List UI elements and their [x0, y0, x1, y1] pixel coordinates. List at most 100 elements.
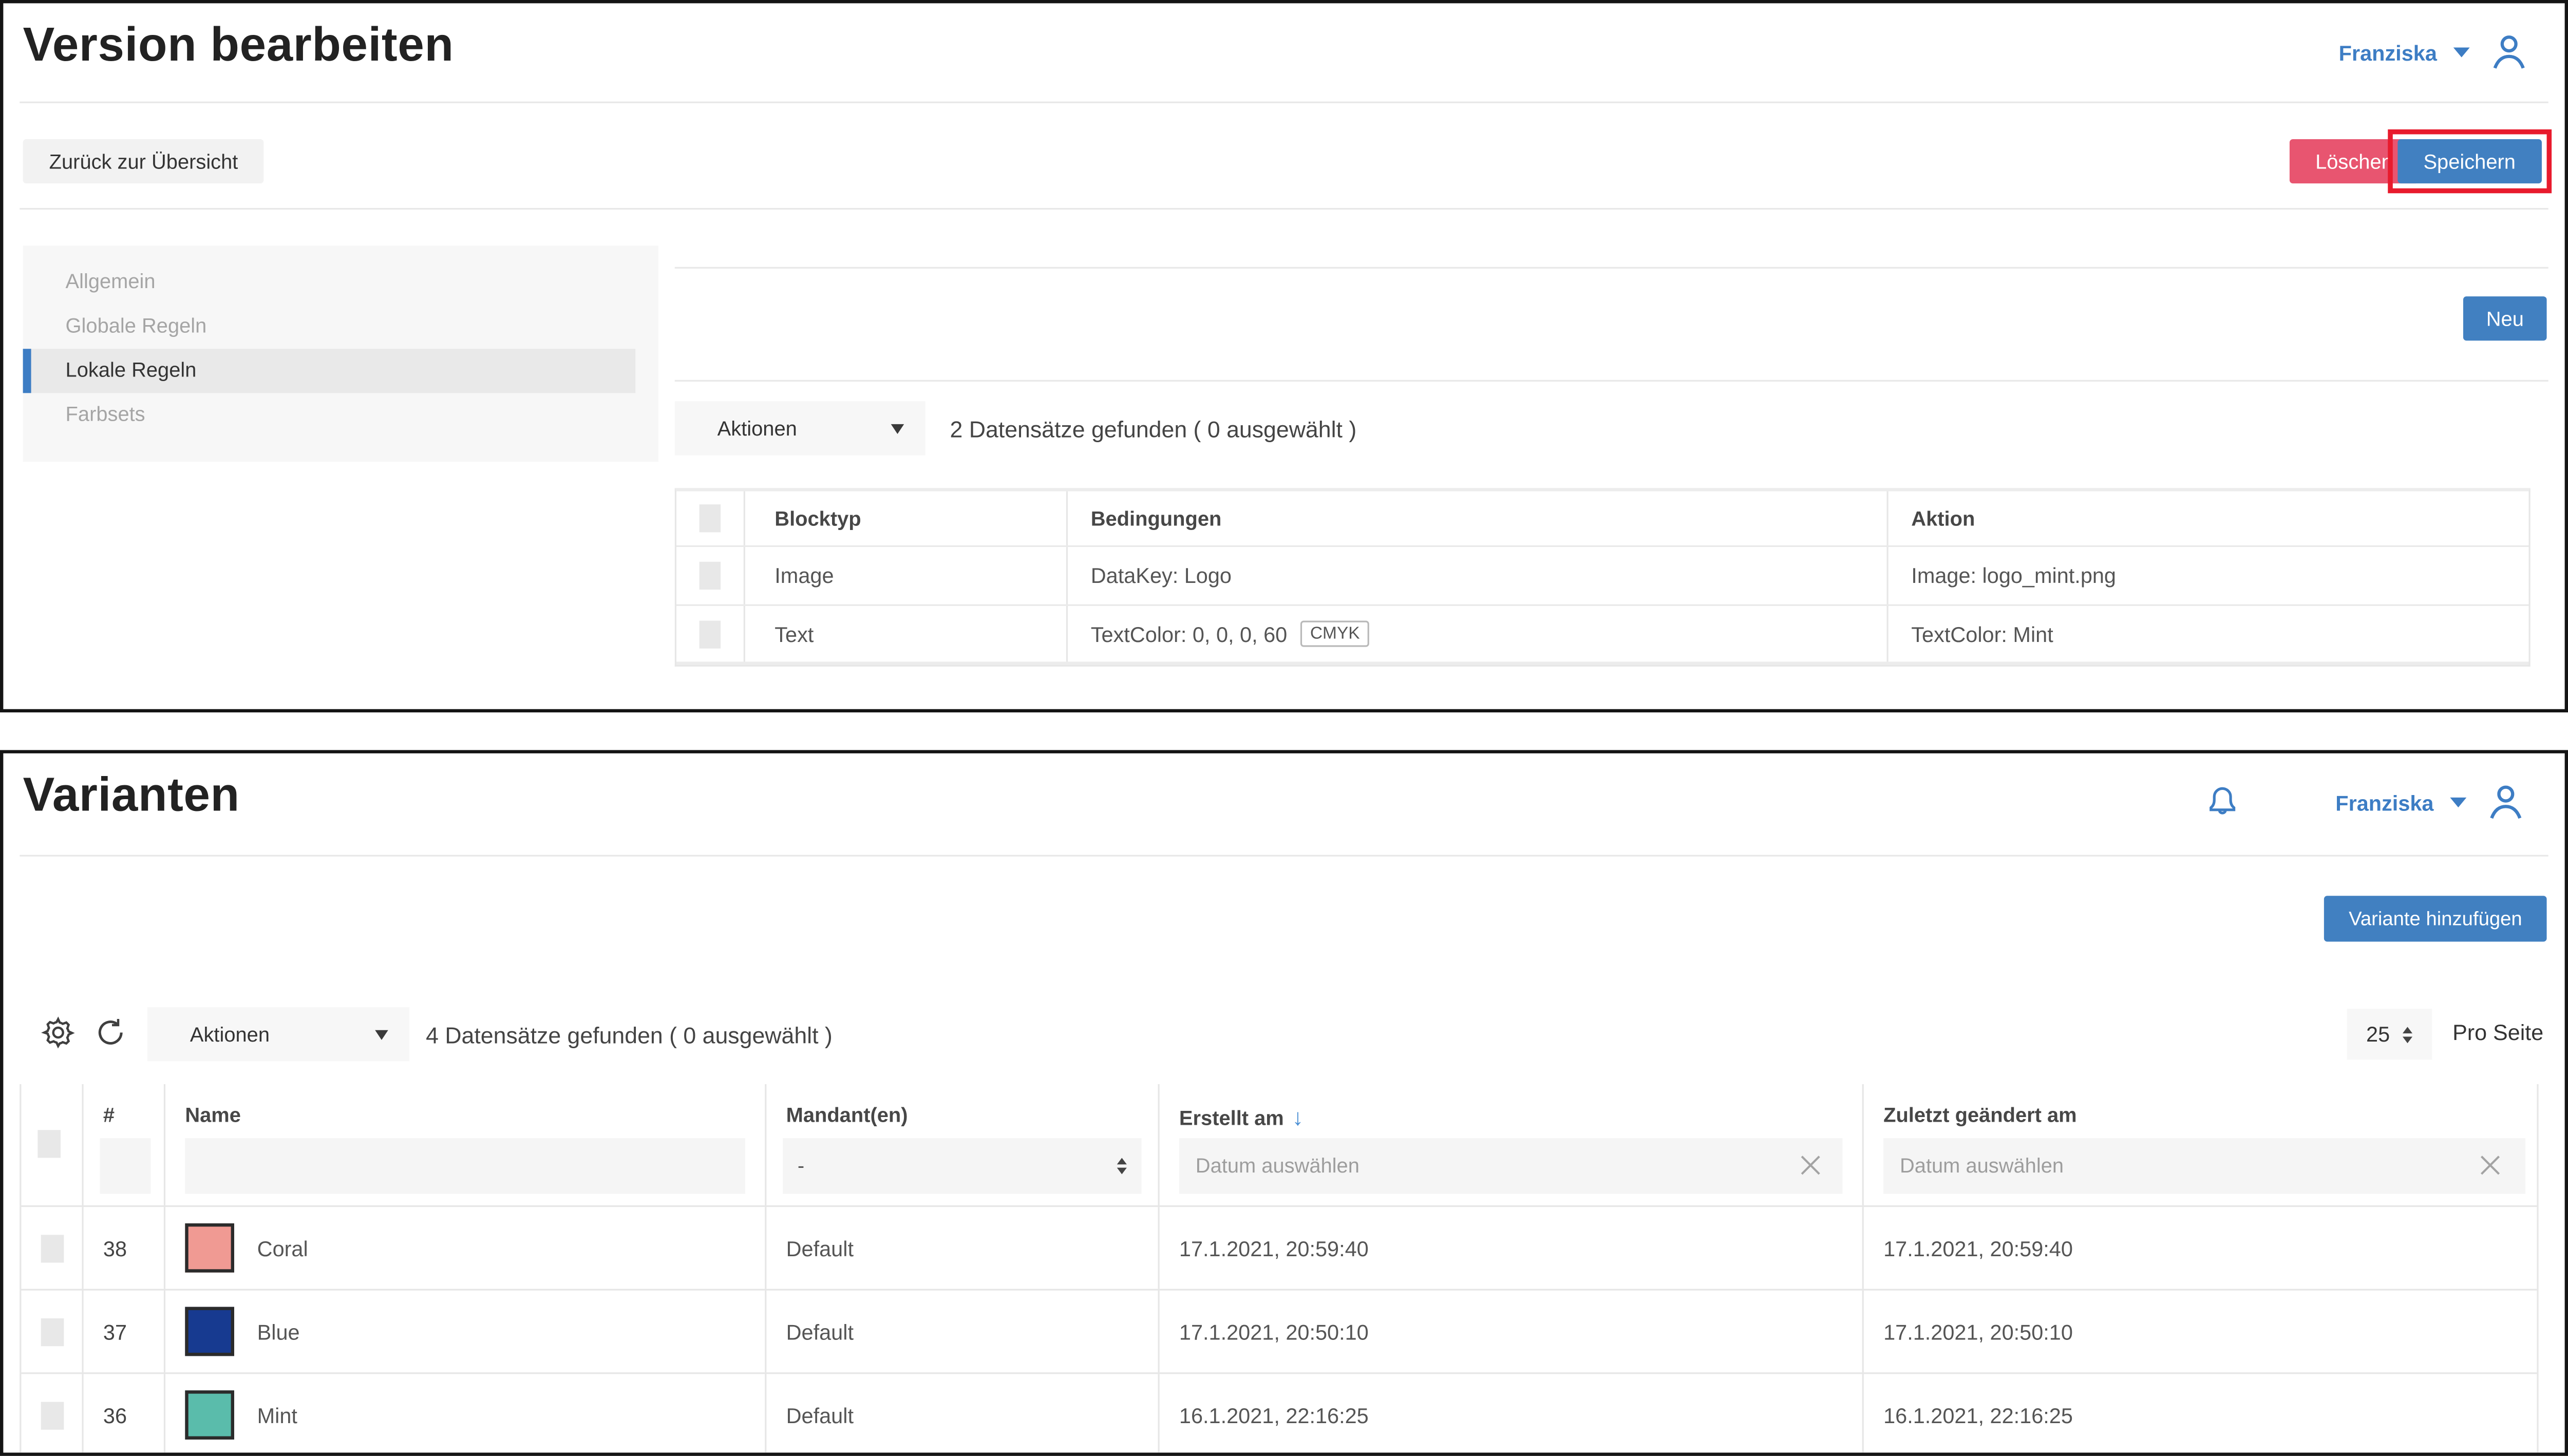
per-page-value: 25: [2366, 1022, 2390, 1047]
variants-table: # Name Mandant(en) - Erstellt am↓: [20, 1084, 2538, 1456]
table-header-row: Blocktyp Bedingungen Aktion: [676, 491, 2529, 547]
cell-created: 16.1.2021, 22:16:25: [1160, 1374, 1864, 1455]
row-checkbox[interactable]: [700, 562, 721, 590]
row-checkbox[interactable]: [40, 1317, 63, 1345]
row-checkbox[interactable]: [700, 620, 721, 648]
cell-created: 17.1.2021, 20:59:40: [1160, 1207, 1864, 1289]
clear-icon[interactable]: [2478, 1153, 2503, 1178]
dropdown-caret-icon: [375, 1029, 388, 1039]
row-checkbox[interactable]: [40, 1401, 63, 1429]
cell-number: 36: [84, 1374, 165, 1455]
row-checkbox[interactable]: [40, 1234, 63, 1262]
panel-varianten: Varianten Franziska Variante hinzufügen …: [0, 750, 2568, 1455]
cell-mandant: Default: [766, 1374, 1159, 1455]
cell-blocktyp: Image: [745, 547, 1068, 604]
mandant-filter-value: -: [798, 1155, 804, 1178]
column-header-created[interactable]: Erstellt am↓: [1179, 1104, 1304, 1130]
user-icon[interactable]: [2483, 780, 2528, 825]
user-name[interactable]: Franziska: [2339, 40, 2437, 65]
sidebar-item-lokale-regeln[interactable]: Lokale Regeln: [23, 349, 636, 393]
mandant-filter-select[interactable]: -: [783, 1138, 1141, 1194]
color-swatch: [185, 1307, 234, 1356]
page-title: Version bearbeiten: [23, 20, 454, 73]
table-header: # Name Mandant(en) - Erstellt am↓: [21, 1084, 2537, 1207]
variant-name: Coral: [257, 1236, 308, 1260]
back-to-overview-button[interactable]: Zurück zur Übersicht: [23, 139, 265, 183]
save-button[interactable]: Speichern: [2397, 139, 2542, 183]
divider: [20, 208, 2548, 210]
clear-icon[interactable]: [1798, 1153, 1823, 1178]
cmyk-badge: CMYK: [1300, 621, 1370, 647]
dropdown-caret-icon: [891, 423, 904, 433]
actions-dropdown[interactable]: Aktionen: [675, 401, 926, 455]
cell-bedingungen: DataKey: Logo: [1068, 547, 1889, 604]
cell-blocktyp: Text: [745, 606, 1068, 661]
cell-mandant: Default: [766, 1207, 1159, 1289]
cell-bedingungen-text: TextColor: 0, 0, 0, 60: [1091, 621, 1288, 646]
per-page-label: Pro Seite: [2452, 1020, 2543, 1045]
spinner-icon: [2403, 1026, 2413, 1043]
select-all-checkbox[interactable]: [700, 504, 721, 532]
user-menu[interactable]: Franziska: [2339, 29, 2532, 75]
table-row: 37 Blue Default 17.1.2021, 20:50:10 17.1…: [21, 1291, 2537, 1374]
cell-number: 37: [84, 1291, 165, 1372]
sidebar-item-farbsets[interactable]: Farbsets: [23, 393, 636, 437]
cell-name: Mint: [165, 1374, 766, 1455]
select-all-checkbox[interactable]: [37, 1130, 61, 1158]
table-row: 38 Coral Default 17.1.2021, 20:59:40 17.…: [21, 1207, 2537, 1291]
name-filter-input[interactable]: [185, 1138, 745, 1194]
cell-name: Coral: [165, 1207, 766, 1289]
divider: [675, 267, 2548, 269]
gear-icon[interactable]: [41, 1015, 75, 1050]
user-icon[interactable]: [2486, 29, 2532, 75]
column-header-modified: Zuletzt geändert am: [1883, 1104, 2077, 1127]
column-header-number: #: [103, 1104, 115, 1127]
result-summary: 4 Datensätze gefunden ( 0 ausgewählt ): [426, 1022, 833, 1048]
column-header-mandant: Mandant(en): [786, 1104, 908, 1127]
divider: [675, 380, 2548, 382]
cell-bedingungen: TextColor: 0, 0, 0, 60 CMYK: [1068, 606, 1889, 661]
settings-sidebar: Allgemein Globale Regeln Lokale Regeln F…: [23, 245, 658, 462]
chevron-down-icon[interactable]: [2453, 47, 2470, 57]
save-button-highlight: Speichern: [2387, 129, 2552, 193]
column-header-bedingungen: Bedingungen: [1068, 491, 1889, 545]
cell-mandant: Default: [766, 1291, 1159, 1372]
user-menu[interactable]: Franziska: [2335, 780, 2528, 825]
chevron-down-icon[interactable]: [2450, 798, 2466, 807]
cell-aktion: Image: logo_mint.png: [1889, 547, 2529, 604]
table-row: Text TextColor: 0, 0, 0, 60 CMYK TextCol…: [676, 606, 2529, 665]
sort-desc-icon[interactable]: ↓: [1292, 1104, 1304, 1130]
actions-dropdown-label: Aktionen: [147, 1023, 270, 1046]
actions-dropdown[interactable]: Aktionen: [147, 1007, 409, 1061]
variant-name: Blue: [257, 1319, 300, 1344]
column-header-name: Name: [185, 1104, 241, 1127]
refresh-icon[interactable]: [93, 1015, 128, 1050]
add-variant-button[interactable]: Variante hinzufügen: [2324, 896, 2546, 941]
sidebar-item-globale-regeln[interactable]: Globale Regeln: [23, 305, 636, 349]
actions-dropdown-label: Aktionen: [675, 417, 797, 440]
new-rule-button[interactable]: Neu: [2463, 296, 2546, 341]
per-page-select[interactable]: 25: [2347, 1009, 2432, 1060]
spinner-icon: [1117, 1158, 1127, 1174]
table-row: Image DataKey: Logo Image: logo_mint.png: [676, 547, 2529, 606]
cell-created: 17.1.2021, 20:50:10: [1160, 1291, 1864, 1372]
cell-number: 38: [84, 1207, 165, 1289]
page-title: Varianten: [23, 770, 240, 824]
modified-date-filter[interactable]: [1883, 1138, 2525, 1194]
sidebar-item-allgemein[interactable]: Allgemein: [23, 260, 636, 305]
bell-icon[interactable]: [2201, 780, 2244, 824]
divider: [20, 102, 2548, 103]
cell-aktion: TextColor: Mint: [1889, 606, 2529, 661]
color-swatch: [185, 1223, 234, 1273]
number-filter-input[interactable]: [100, 1138, 151, 1194]
cell-modified: 17.1.2021, 20:50:10: [1864, 1291, 2537, 1372]
created-date-filter[interactable]: [1179, 1138, 1842, 1194]
column-header-blocktyp: Blocktyp: [745, 491, 1068, 545]
cell-modified: 16.1.2021, 22:16:25: [1864, 1374, 2537, 1455]
column-header-aktion: Aktion: [1889, 491, 2529, 545]
user-name[interactable]: Franziska: [2335, 790, 2433, 815]
table-row: 36 Mint Default 16.1.2021, 22:16:25 16.1…: [21, 1374, 2537, 1455]
cell-modified: 17.1.2021, 20:59:40: [1864, 1207, 2537, 1289]
stage: Version bearbeiten Franziska Zurück zur …: [0, 0, 2568, 1456]
color-swatch: [185, 1390, 234, 1440]
